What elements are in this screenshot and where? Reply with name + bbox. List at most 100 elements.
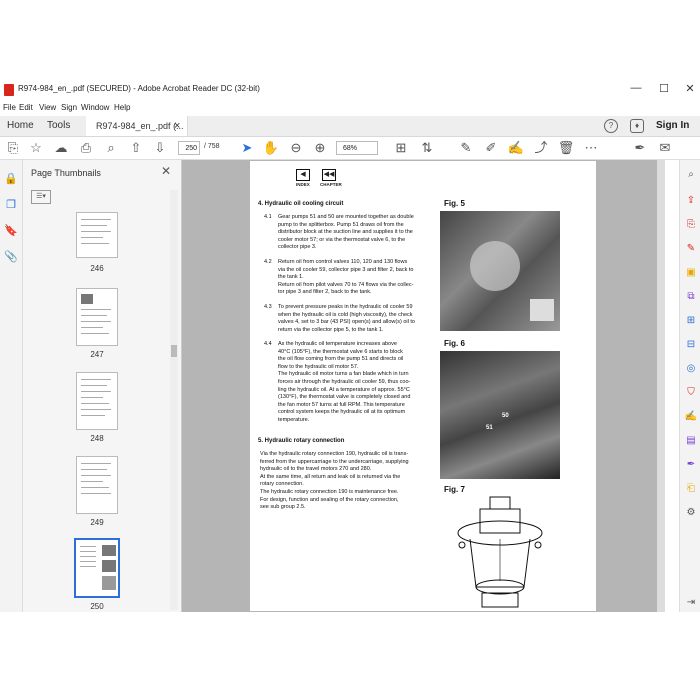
figure-7-caption: Fig. 7 — [444, 485, 465, 494]
fill-sign-icon[interactable]: ✍ — [684, 410, 698, 424]
collapse-rail-icon[interactable]: ⇥ — [684, 596, 698, 610]
more-tools-icon[interactable]: ⚙ — [684, 506, 698, 520]
request-signature-icon[interactable]: ✒ — [684, 458, 698, 472]
export-pdf-icon[interactable]: ⇪ — [684, 194, 698, 208]
sign-in-button[interactable]: Sign In — [656, 120, 689, 131]
thumbnail-label: 248 — [90, 434, 104, 443]
window-title: R974-984_en_.pdf (SECURED) - Adobe Acrob… — [18, 84, 260, 93]
page-thumbnails-icon[interactable]: ❐ — [4, 198, 18, 212]
print-icon[interactable]: ⎙ — [77, 139, 95, 157]
thumbnail-page-250[interactable] — [74, 538, 120, 598]
search-icon[interactable]: ⌕ — [102, 139, 120, 157]
thumbnail-label: 246 — [90, 264, 104, 273]
select-cursor-icon[interactable]: ➤ — [238, 139, 256, 157]
more-tools-icon[interactable]: ⋯ — [582, 139, 600, 157]
bottom-margin — [0, 612, 700, 700]
left-rail: 🔒 ❐ 🔖 📎 — [0, 160, 23, 612]
tab-tools[interactable]: Tools — [47, 116, 70, 136]
section-heading: 4. Hydraulic oil cooling circuit — [258, 201, 344, 207]
tab-bar: Home Tools R974-984_en_.pdf (... × ? ♦ S… — [0, 116, 700, 137]
comment-icon[interactable]: ✎ — [457, 139, 475, 157]
maximize-button[interactable]: ☐ — [654, 82, 674, 95]
thumbnail-page-246[interactable] — [76, 212, 118, 258]
menu-edit[interactable]: Edit — [19, 103, 33, 112]
edit-pdf-icon[interactable]: ✎ — [684, 242, 698, 256]
notifications-icon[interactable]: ♦ — [630, 119, 644, 133]
right-tools-rail: ⌕ ⇪ ⎘ ✎ ▣ ⧉ ⊞ ⊟ ◎ ⛉ ✍ ▤ ✒ ⎗ ⚙ ⇥ — [679, 160, 700, 612]
send-icon[interactable]: ✉ — [656, 139, 674, 157]
zoom-select[interactable]: 68% — [336, 141, 378, 155]
pdf-page: ◀ ◀◀ INDEX CHAPTER 4. Hydraulic oil cool… — [250, 161, 596, 611]
zoom-in-icon[interactable]: ⊕ — [311, 139, 329, 157]
menu-file[interactable]: File — [3, 103, 16, 112]
thumbnail-label: 249 — [90, 518, 104, 527]
organize-pages-icon[interactable]: ⊞ — [684, 314, 698, 328]
paragraph-number: 4.1 — [264, 214, 272, 220]
index-nav-icon[interactable]: ◀ — [296, 169, 310, 181]
zoom-search-icon[interactable]: ⌕ — [684, 168, 698, 182]
paragraph-5: Via the hydraulic rotary connection 190,… — [260, 451, 409, 511]
menu-view[interactable]: View — [39, 103, 56, 112]
title-bar: R974-984_en_.pdf (SECURED) - Adobe Acrob… — [0, 80, 700, 100]
hand-tool-icon[interactable]: ✋ — [262, 139, 280, 157]
attachments-icon[interactable]: 📎 — [4, 250, 18, 264]
help-icon[interactable]: ? — [604, 119, 618, 133]
zoom-out-icon[interactable]: ⊖ — [287, 139, 305, 157]
compress-icon[interactable]: ⊟ — [684, 338, 698, 352]
comment-icon[interactable]: ▣ — [684, 266, 698, 280]
paragraph-number: 4.3 — [264, 304, 272, 310]
protect-icon[interactable]: ⛉ — [684, 386, 698, 400]
share-icon[interactable]: ⤴ — [532, 139, 550, 157]
prepare-form-icon[interactable]: ▤ — [684, 434, 698, 448]
highlight-pen-icon[interactable]: ✐ — [482, 139, 500, 157]
thumbnail-options-button[interactable]: ☰▾ — [31, 190, 51, 204]
acrobat-logo-icon — [4, 84, 14, 96]
thumbnail-page-247[interactable] — [76, 288, 118, 346]
document-scrollbar[interactable] — [657, 160, 665, 612]
figure-5-caption: Fig. 5 — [444, 199, 465, 208]
menu-help[interactable]: Help — [114, 103, 130, 112]
page-total: / 758 — [204, 143, 220, 150]
menu-sign[interactable]: Sign — [61, 103, 77, 112]
scroll-mode-icon[interactable]: ⇅ — [418, 139, 436, 157]
page-fit-icon[interactable]: ⊞ — [392, 139, 410, 157]
draw-icon[interactable]: ✍ — [507, 139, 525, 157]
paragraph-4-4: As the hydraulic oil temperature increas… — [278, 341, 411, 423]
delete-icon[interactable]: 🗑 — [557, 139, 575, 157]
create-pdf-icon[interactable]: ⎘ — [4, 139, 22, 157]
combine-files-icon[interactable]: ⧉ — [684, 290, 698, 304]
paragraph-number: 4.4 — [264, 341, 272, 347]
thumbnail-scrollbar[interactable] — [170, 190, 178, 610]
figure-6-label-50: 50 — [502, 413, 509, 419]
create-pdf-icon[interactable]: ⎘ — [684, 218, 698, 232]
send-review-icon[interactable]: ⎗ — [684, 482, 698, 496]
bookmarks-icon[interactable]: 🔖 — [4, 224, 18, 238]
lock-icon[interactable]: 🔒 — [4, 172, 18, 186]
figure-7-drawing — [440, 495, 560, 609]
close-window-button[interactable]: ✕ — [680, 82, 700, 95]
upload-cloud-icon[interactable]: ☁ — [52, 139, 70, 157]
close-panel-icon[interactable]: ✕ — [161, 164, 171, 178]
index-label: INDEX — [296, 182, 310, 187]
tab-document[interactable]: R974-984_en_.pdf (... × — [86, 116, 188, 136]
thumbnail-page-248[interactable] — [76, 372, 118, 430]
fill-sign-icon[interactable]: ✒ — [631, 139, 649, 157]
minimize-button[interactable]: — — [626, 82, 646, 94]
next-page-icon[interactable]: ⇩ — [151, 139, 169, 157]
close-tab-icon[interactable]: × — [174, 116, 180, 136]
bookmark-star-icon[interactable]: ☆ — [27, 139, 45, 157]
thumbnail-page-249[interactable] — [76, 456, 118, 514]
paragraph-number: 4.2 — [264, 259, 272, 265]
paragraph-4-1: Gear pumps 51 and 50 are mounted togethe… — [278, 214, 414, 251]
menu-window[interactable]: Window — [81, 103, 109, 112]
scroll-thumb[interactable] — [171, 345, 177, 357]
paragraph-4-2: Return oil from control valves 110, 120 … — [278, 259, 414, 296]
previous-page-icon[interactable]: ⇧ — [127, 139, 145, 157]
thumbnail-label: 247 — [90, 350, 104, 359]
chapter-nav-icon[interactable]: ◀◀ — [322, 169, 336, 181]
figure-6-label-51: 51 — [486, 425, 493, 431]
page-number-input[interactable]: 250 — [178, 141, 200, 155]
tab-home[interactable]: Home — [7, 116, 34, 136]
panel-title: Page Thumbnails — [31, 168, 101, 178]
scan-ocr-icon[interactable]: ◎ — [684, 362, 698, 376]
